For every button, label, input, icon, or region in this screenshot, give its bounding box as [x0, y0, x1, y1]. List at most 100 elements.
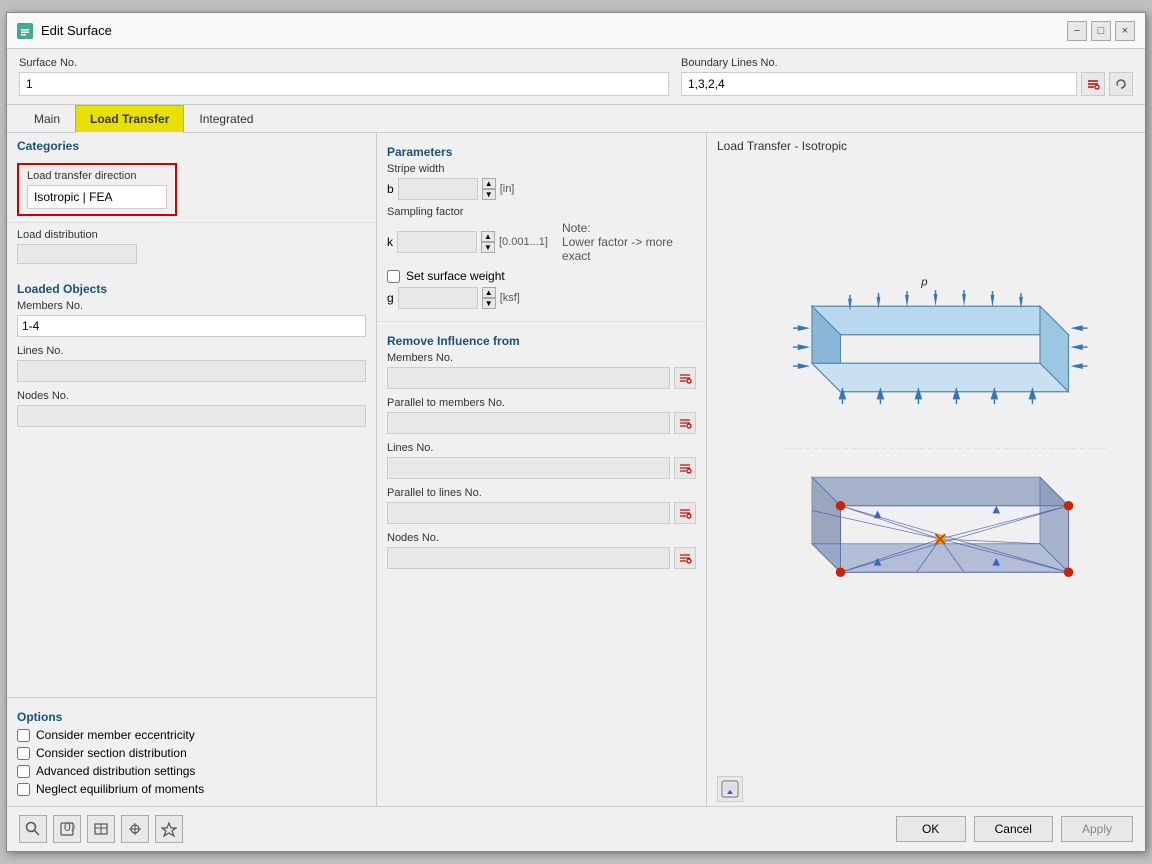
options-header: Options [17, 704, 366, 728]
remove-nodes-input-row [387, 547, 696, 569]
sampling-factor-input[interactable] [397, 231, 477, 253]
maximize-button[interactable]: □ [1091, 21, 1111, 41]
remove-nodes-input[interactable] [387, 547, 670, 569]
lines-no-label: Lines No. [17, 345, 366, 357]
load-transfer-direction-label: Load transfer direction [27, 170, 167, 182]
boundary-refresh-icon[interactable] [1109, 72, 1133, 96]
tab-integrated[interactable]: Integrated [184, 105, 268, 133]
remove-members-icon[interactable] [674, 367, 696, 389]
note-text: Note: Lower factor -> more exact [562, 221, 696, 263]
remove-parallel-lines-label: Parallel to lines No. [387, 487, 696, 499]
surface-weight-up[interactable]: ▲ [482, 287, 496, 298]
sampling-factor-up[interactable]: ▲ [481, 231, 495, 242]
members-no-label: Members No. [17, 300, 366, 312]
left-panel: Categories Load transfer direction Isotr… [7, 133, 377, 806]
remove-parallel-lines-input[interactable] [387, 502, 670, 524]
remove-lines-label: Lines No. [387, 442, 696, 454]
load-distribution-section: Load distribution [7, 223, 376, 270]
corner-dot-br [1064, 567, 1074, 577]
section-dist-checkbox[interactable] [17, 747, 30, 760]
pin-icon-btn[interactable] [155, 815, 183, 843]
apply-button[interactable]: Apply [1061, 816, 1133, 842]
stripe-width-unit: [in] [500, 183, 515, 195]
load-transfer-direction-select[interactable]: Isotropic | FEA X-Direction Y-Direction … [27, 185, 167, 209]
tab-load-transfer[interactable]: Load Transfer [75, 105, 184, 133]
lines-no-input[interactable] [17, 360, 366, 382]
calculator-icon-btn[interactable]: 0.00 [53, 815, 81, 843]
stripe-width-down[interactable]: ▼ [482, 189, 496, 200]
remove-parallel-members-label: Parallel to members No. [387, 397, 696, 409]
load-distribution-input[interactable] [17, 244, 137, 264]
advanced-dist-label: Advanced distribution settings [36, 764, 195, 778]
remove-nodes-row: Nodes No. [387, 532, 696, 569]
corner-dot-tl [836, 501, 846, 511]
note-line1: Note: [562, 221, 696, 235]
remove-members-input-row [387, 367, 696, 389]
remove-lines-icon[interactable] [674, 457, 696, 479]
remove-members-label: Members No. [387, 352, 696, 364]
remove-nodes-icon[interactable] [674, 547, 696, 569]
boundary-select-icon[interactable] [1081, 72, 1105, 96]
nodes-no-input[interactable] [17, 405, 366, 427]
top-section: Surface No. Boundary Lines No. [7, 49, 1145, 105]
mid-panel: Parameters Stripe width b ▲ ▼ [in] Sampl… [377, 133, 707, 806]
checkbox-eccentricity: Consider member eccentricity [17, 728, 366, 742]
remove-parallel-members-input[interactable] [387, 412, 670, 434]
stripe-width-input[interactable] [398, 178, 478, 200]
set-surface-weight-checkbox[interactable] [387, 270, 400, 283]
stripe-width-up[interactable]: ▲ [482, 178, 496, 189]
visualization-area: p [707, 153, 1145, 772]
title-bar-left: Edit Surface [17, 23, 112, 39]
set-weight-row: Set surface weight [387, 269, 696, 283]
svg-text:0.00: 0.00 [64, 821, 75, 834]
corner-dot-bl [836, 567, 846, 577]
boundary-no-input[interactable] [681, 72, 1077, 96]
loaded-objects-section: Loaded Objects Members No. Lines No. Nod… [7, 270, 376, 697]
remove-nodes-label: Nodes No. [387, 532, 696, 544]
boundary-row [681, 72, 1133, 96]
section-dist-label: Consider section distribution [36, 746, 187, 760]
cancel-button[interactable]: Cancel [974, 816, 1053, 842]
remove-members-row: Members No. [387, 352, 696, 389]
members-no-input[interactable] [17, 315, 366, 337]
surface-weight-row: g ▲ ▼ [ksf] [387, 287, 696, 309]
load-transfer-svg: p [736, 258, 1116, 668]
remove-members-input[interactable] [387, 367, 670, 389]
checkbox-advanced-dist: Advanced distribution settings [17, 764, 366, 778]
boundary-no-label: Boundary Lines No. [681, 57, 1133, 69]
minimize-button[interactable]: − [1067, 21, 1087, 41]
sampling-factor-down[interactable]: ▼ [481, 242, 495, 253]
dialog-icon [17, 23, 33, 39]
remove-lines-input[interactable] [387, 457, 670, 479]
loaded-objects-header: Loaded Objects [17, 276, 366, 300]
nodes-no-field: Nodes No. [17, 390, 366, 427]
sampling-factor-label: Sampling factor [387, 206, 696, 218]
table-icon-btn[interactable] [87, 815, 115, 843]
viz-export-icon[interactable] [717, 776, 743, 802]
surface-weight-input[interactable] [398, 287, 478, 309]
eccentricity-checkbox[interactable] [17, 729, 30, 742]
close-button[interactable]: × [1115, 21, 1135, 41]
surface-weight-unit: [ksf] [500, 292, 520, 304]
advanced-dist-checkbox[interactable] [17, 765, 30, 778]
ok-button[interactable]: OK [896, 816, 966, 842]
top-face [812, 306, 1069, 335]
set-surface-weight-label: Set surface weight [406, 269, 505, 283]
remove-parallel-members-icon[interactable] [674, 412, 696, 434]
neglect-eq-checkbox[interactable] [17, 783, 30, 796]
surface-weight-down[interactable]: ▼ [482, 298, 496, 309]
title-buttons: − □ × [1067, 21, 1135, 41]
view-icon-btn[interactable] [121, 815, 149, 843]
surface-no-input[interactable] [19, 72, 669, 96]
tab-main[interactable]: Main [19, 105, 75, 133]
remove-parallel-lines-icon[interactable] [674, 502, 696, 524]
search-icon-btn[interactable] [19, 815, 47, 843]
right-panel: Load Transfer - Isotropic p [707, 133, 1145, 806]
surface-weight-spinner: ▲ ▼ [482, 287, 496, 309]
bottom-buttons: OK Cancel Apply [896, 816, 1133, 842]
surface-weight-symbol: g [387, 291, 394, 305]
stripe-width-label: Stripe width [387, 163, 696, 175]
remove-parallel-lines-input-row [387, 502, 696, 524]
dialog-title: Edit Surface [41, 23, 112, 38]
surface-no-label: Surface No. [19, 57, 669, 69]
